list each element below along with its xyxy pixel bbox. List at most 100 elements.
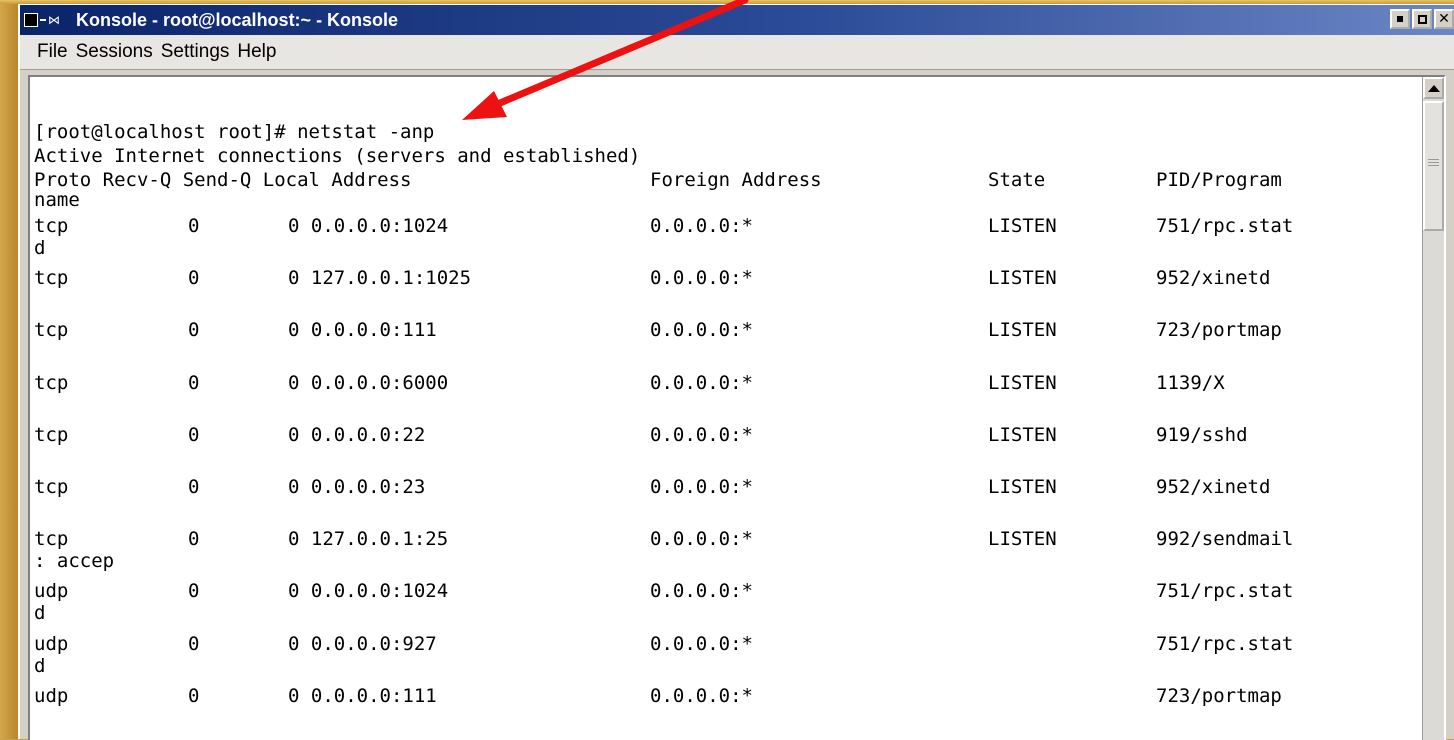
prompt-line: [root@localhost root]# netstat -anp — [34, 121, 435, 143]
cell-proto: tcp — [34, 319, 69, 341]
cell-pid: 952/xinetd — [1156, 476, 1271, 498]
minimize-icon — [1397, 16, 1403, 22]
cell-state: LISTEN — [988, 319, 1057, 341]
scrollbar-thumb[interactable] — [1423, 101, 1444, 231]
menu-bar: File Sessions Settings Help — [20, 35, 1454, 70]
menu-help[interactable]: Help — [234, 41, 279, 63]
cell-foreign: 0.0.0.0:* — [650, 476, 753, 498]
cell-pid: 751/rpc.stat — [1156, 580, 1294, 602]
cell-sendq-local: 0 127.0.0.1:25 — [288, 528, 449, 550]
table-row: udp 0 0 0.0.0.0:111 0.0.0.0:* 723/portmap — [34, 685, 1414, 707]
cell-pid: 919/sshd — [1156, 424, 1248, 446]
close-icon: ✕ — [1438, 11, 1450, 27]
column-header-proto-local: Proto Recv-Q Send-Q Local Address — [34, 169, 412, 191]
cell-recvq: 0 — [188, 424, 200, 446]
dash-icon — [40, 19, 46, 21]
close-button[interactable]: ✕ — [1434, 9, 1454, 29]
grip-line — [1428, 162, 1439, 163]
grip-line — [1428, 165, 1439, 166]
menu-file[interactable]: File — [34, 41, 71, 63]
cell-recvq: 0 — [188, 319, 200, 341]
scroll-up-button[interactable] — [1423, 77, 1444, 99]
table-row: tcp 0 0 0.0.0.0:6000 0.0.0.0:* LISTEN 1139/X — [34, 372, 1414, 394]
table-row: tcp 0 0 127.0.0.1:25 0.0.0.0:* LISTEN 992/sen… — [34, 528, 1414, 550]
cell-recvq: 0 — [188, 633, 200, 655]
cell-pid: 952/xinetd — [1156, 267, 1271, 289]
window-titlebar[interactable]: ⋈ Konsole - root@localhost:~ - Konsole ✕ — [20, 5, 1454, 35]
cell-sendq-local: 0 127.0.0.1:1025 — [288, 267, 472, 289]
cell-sendq-local: 0 0.0.0.0:6000 — [288, 372, 449, 394]
cell-sendq-local: 0 0.0.0.0:22 — [288, 424, 426, 446]
minimize-button[interactable] — [1390, 9, 1410, 29]
table-row: tcp 0 0 0.0.0.0:1024 0.0.0.0:* LISTEN 751/rpc… — [34, 215, 1414, 237]
window-title: Konsole - root@localhost:~ - Konsole — [76, 10, 399, 30]
cell-recvq: 0 — [188, 580, 200, 602]
cell-pid: 723/portmap — [1156, 685, 1282, 707]
cell-sendq-local: 0 0.0.0.0:111 — [288, 685, 437, 707]
cell-foreign: 0.0.0.0:* — [650, 685, 753, 707]
column-header-row: Proto Recv-Q Send-Q Local Address Foreig… — [34, 169, 1414, 191]
cell-recvq: 0 — [188, 528, 200, 550]
row-wrap-text: : accep — [34, 550, 115, 572]
cell-recvq: 0 — [188, 476, 200, 498]
cell-state: LISTEN — [988, 528, 1057, 550]
cell-state: LISTEN — [988, 476, 1057, 498]
table-row: tcp 0 0 0.0.0.0:111 0.0.0.0:* LISTEN 723/port… — [34, 319, 1414, 341]
row-wrap-text: d — [34, 237, 46, 259]
menu-settings[interactable]: Settings — [158, 41, 233, 63]
desktop-background-left — [0, 0, 18, 739]
cell-recvq: 0 — [188, 372, 200, 394]
window-controls: ✕ — [1390, 9, 1454, 29]
cell-sendq-local: 0 0.0.0.0:1024 — [288, 580, 449, 602]
cell-pid: 751/rpc.stat — [1156, 215, 1294, 237]
cell-pid: 1139/X — [1156, 372, 1225, 394]
cell-sendq-local: 0 0.0.0.0:111 — [288, 319, 437, 341]
window-menu-icon[interactable] — [24, 13, 38, 27]
cell-state: LISTEN — [988, 424, 1057, 446]
cell-proto: tcp — [34, 372, 69, 394]
table-row: udp 0 0 0.0.0.0:927 0.0.0.0:* 751/rpc.stat — [34, 633, 1414, 655]
cell-proto: tcp — [34, 424, 69, 446]
cell-foreign: 0.0.0.0:* — [650, 267, 753, 289]
cell-proto: tcp — [34, 267, 69, 289]
cell-foreign: 0.0.0.0:* — [650, 215, 753, 237]
table-row: tcp 0 0 0.0.0.0:23 0.0.0.0:* LISTEN 952/xinet… — [34, 476, 1414, 498]
arrow-up-icon — [1427, 84, 1440, 92]
cell-sendq-local: 0 0.0.0.0:1024 — [288, 215, 449, 237]
maximize-button[interactable] — [1412, 9, 1432, 29]
cell-sendq-local: 0 0.0.0.0:23 — [288, 476, 426, 498]
cell-proto: udp — [34, 633, 69, 655]
column-header-foreign: Foreign Address — [650, 169, 822, 191]
cell-state: LISTEN — [988, 215, 1057, 237]
cell-pid: 751/rpc.stat — [1156, 633, 1294, 655]
cell-proto: udp — [34, 580, 69, 602]
vertical-scrollbar[interactable] — [1422, 77, 1444, 740]
cell-state: LISTEN — [988, 267, 1057, 289]
cell-foreign: 0.0.0.0:* — [650, 633, 753, 655]
cell-foreign: 0.0.0.0:* — [650, 580, 753, 602]
cell-proto: tcp — [34, 215, 69, 237]
cell-recvq: 0 — [188, 267, 200, 289]
konsole-window: ⋈ Konsole - root@localhost:~ - Konsole ✕… — [18, 4, 1454, 740]
grip-line — [1428, 159, 1439, 160]
cell-foreign: 0.0.0.0:* — [650, 424, 753, 446]
cell-pid: 723/portmap — [1156, 319, 1282, 341]
row-wrap-text: d — [34, 602, 46, 624]
bow-tie-icon[interactable]: ⋈ — [48, 13, 60, 27]
table-row: tcp 0 0 127.0.0.1:1025 0.0.0.0:* LISTEN 952/x… — [34, 267, 1414, 289]
cell-state: LISTEN — [988, 372, 1057, 394]
cell-pid: 992/sendmail — [1156, 528, 1294, 550]
column-header-state: State — [988, 169, 1046, 191]
output-header-line: Active Internet connections (servers and… — [34, 145, 641, 167]
table-row: udp 0 0 0.0.0.0:1024 0.0.0.0:* 751/rpc.stat — [34, 580, 1414, 602]
cell-proto: tcp — [34, 476, 69, 498]
cell-foreign: 0.0.0.0:* — [650, 319, 753, 341]
titlebar-icons: ⋈ — [24, 11, 60, 29]
terminal-output[interactable]: [root@localhost root]# netstat -anp Acti… — [30, 77, 1424, 740]
menu-sessions[interactable]: Sessions — [73, 41, 156, 63]
cell-foreign: 0.0.0.0:* — [650, 528, 753, 550]
column-header-wrap: name — [34, 189, 80, 211]
row-wrap-text: d — [34, 655, 46, 677]
cell-foreign: 0.0.0.0:* — [650, 372, 753, 394]
table-row: tcp 0 0 0.0.0.0:22 0.0.0.0:* LISTEN 919/sshd — [34, 424, 1414, 446]
